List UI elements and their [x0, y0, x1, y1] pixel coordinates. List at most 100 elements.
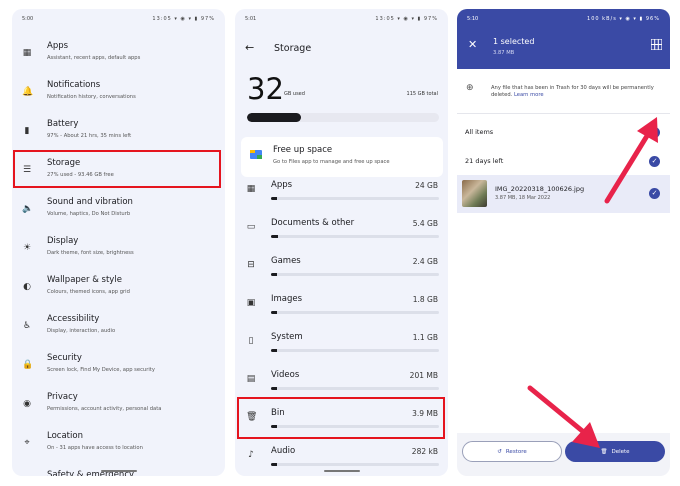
- category-progress-fill: [271, 311, 277, 314]
- settings-item-subtitle: Permissions, account activity, personal …: [47, 406, 162, 412]
- settings-item[interactable]: ♿ Accessibility Display, interaction, au…: [12, 310, 225, 346]
- settings-screen: 5:00 13:05 ▾ ◉ ▾ ▮ 97% ▦ Apps Assistant,…: [12, 9, 225, 476]
- category-size: 282 kB: [411, 447, 438, 456]
- category-size: 1.8 GB: [412, 295, 438, 304]
- settings-item-subtitle: Screen lock, Find My Device, app securit…: [47, 367, 155, 373]
- category-size: 24 GB: [415, 181, 438, 190]
- trash-info-banner: ⊕ Any file that has been in Trash for 30…: [457, 69, 670, 114]
- settings-item-title: Security: [47, 353, 82, 363]
- category-name: System: [271, 332, 303, 342]
- settings-item-subtitle: 97% - About 21 hrs, 35 mins left: [47, 133, 132, 139]
- storage-usage-fill: [247, 113, 301, 122]
- settings-item-title: Notifications: [47, 80, 101, 90]
- settings-item[interactable]: ▦ Apps Assistant, recent apps, default a…: [12, 37, 225, 73]
- file-meta: 3.87 MB, 18 Mar 2022: [495, 195, 551, 201]
- category-progress-bar: [271, 235, 439, 238]
- phone-system-icon: ▯: [248, 336, 254, 346]
- settings-item-subtitle: Volume, haptics, Do Not Disturb: [47, 211, 131, 217]
- category-size: 201 MB: [409, 371, 438, 380]
- folder-icon: ▭: [246, 222, 256, 232]
- settings-item[interactable]: ☀ Display Dark theme, font size, brightn…: [12, 232, 225, 268]
- palette-icon: ◐: [23, 282, 31, 292]
- eye-icon: ◉: [23, 399, 31, 409]
- settings-item[interactable]: ▮ Battery 97% - About 21 hrs, 35 mins le…: [12, 115, 225, 151]
- settings-item[interactable]: 🔈 Sound and vibration Volume, haptics, D…: [12, 193, 225, 229]
- info-icon: ⊕: [466, 83, 474, 93]
- settings-item[interactable]: ◉ Privacy Permissions, account activity,…: [12, 388, 225, 424]
- settings-item-title: Sound and vibration: [47, 197, 133, 207]
- used-unit: GB used: [284, 91, 305, 97]
- status-time: 5:00: [22, 16, 34, 22]
- all-items-label: All items: [465, 128, 494, 136]
- status-time: 5:01: [245, 16, 257, 22]
- used-number: 32: [247, 72, 284, 106]
- status-bar: 5:10 100 kB/s ▾ ◉ ▾ ▮ 96%: [457, 9, 670, 29]
- delete-label: Delete: [611, 448, 630, 455]
- free-up-title: Free up space: [273, 145, 333, 155]
- gesture-handle[interactable]: [323, 470, 360, 472]
- category-size: 2.4 GB: [412, 257, 438, 266]
- category-progress-bar: [271, 463, 439, 466]
- page-title: Storage: [274, 43, 312, 54]
- settings-item-subtitle: Dark theme, font size, brightness: [47, 250, 134, 256]
- video-icon: ▤: [246, 374, 256, 384]
- status-time: 5:10: [467, 16, 479, 22]
- category-progress-fill: [271, 235, 278, 238]
- storage-category[interactable]: ▯ System 1.1 GB: [235, 324, 448, 362]
- free-up-space-card[interactable]: Free up space Go to Files app to manage …: [241, 137, 443, 177]
- bin-highlight-box: [237, 397, 445, 439]
- status-bar: 5:01 13:05 ▾ ◉ ▾ ▮ 97%: [235, 9, 448, 29]
- category-progress-bar: [271, 273, 439, 276]
- apps-grid-icon: ▦: [22, 48, 32, 58]
- storage-category[interactable]: ▭ Documents & other 5.4 GB: [235, 210, 448, 248]
- category-progress-bar: [271, 311, 439, 314]
- storage-usage-bar: [247, 113, 439, 122]
- storage-top-bar: ← Storage: [235, 33, 448, 63]
- file-thumbnail: [462, 180, 487, 207]
- total-storage: 115 GB total: [406, 91, 438, 97]
- category-name: Apps: [271, 180, 293, 190]
- settings-item-subtitle: Display, interaction, audio: [47, 328, 116, 334]
- storage-category[interactable]: ▤ Videos 201 MB: [235, 362, 448, 400]
- storage-category[interactable]: ⊟ Games 2.4 GB: [235, 248, 448, 286]
- close-icon[interactable]: ✕: [468, 38, 477, 51]
- status-bar: 5:00 13:05 ▾ ◉ ▾ ▮ 97%: [12, 9, 225, 29]
- accessibility-icon: ♿: [22, 321, 32, 331]
- location-pin-icon: ⌖: [24, 438, 30, 448]
- settings-item[interactable]: 🔔 Notifications Notification history, co…: [12, 76, 225, 112]
- status-icons: 100 kB/s ▾ ◉ ▾ ▮ 96%: [587, 16, 660, 22]
- bell-icon: 🔔: [22, 87, 34, 97]
- status-icons: 13:05 ▾ ◉ ▾ ▮ 97%: [152, 16, 215, 22]
- settings-item-title: Location: [47, 431, 83, 441]
- settings-item[interactable]: ⌖ Location On - 31 apps have access to l…: [12, 427, 225, 463]
- files-app-icon: [250, 150, 262, 159]
- image-icon: ▣: [246, 298, 256, 308]
- category-name: Documents & other: [271, 218, 355, 228]
- learn-more-link[interactable]: Learn more: [514, 92, 544, 98]
- status-icons: 13:05 ▾ ◉ ▾ ▮ 97%: [375, 16, 438, 22]
- apps-grid-icon: ▦: [246, 184, 256, 194]
- days-left-label: 21 days left: [465, 157, 504, 165]
- category-progress-fill: [271, 463, 277, 466]
- settings-item-title: Display: [47, 236, 79, 246]
- settings-item[interactable]: 🔒 Security Screen lock, Find My Device, …: [12, 349, 225, 385]
- storage-highlight-box: [13, 150, 221, 188]
- settings-item-title: Privacy: [47, 392, 78, 402]
- category-size: 1.1 GB: [412, 333, 438, 342]
- category-name: Audio: [271, 446, 296, 456]
- settings-item-title: Battery: [47, 119, 79, 129]
- gesture-handle[interactable]: [100, 470, 137, 472]
- back-arrow-icon[interactable]: ←: [245, 41, 254, 54]
- settings-item[interactable]: ◐ Wallpaper & style Colours, themed icon…: [12, 271, 225, 307]
- battery-icon: ▮: [24, 126, 30, 136]
- settings-item-title: Wallpaper & style: [47, 275, 122, 285]
- settings-item-title: Accessibility: [47, 314, 100, 324]
- storage-category[interactable]: ▦ Apps 24 GB: [235, 172, 448, 210]
- category-name: Videos: [271, 370, 300, 380]
- category-name: Games: [271, 256, 301, 266]
- selected-count: 1 selected: [493, 37, 535, 46]
- category-progress-bar: [271, 349, 439, 352]
- free-up-subtitle: Go to Files app to manage and free up sp…: [273, 159, 390, 165]
- grid-view-icon[interactable]: [651, 39, 662, 50]
- storage-category[interactable]: ▣ Images 1.8 GB: [235, 286, 448, 324]
